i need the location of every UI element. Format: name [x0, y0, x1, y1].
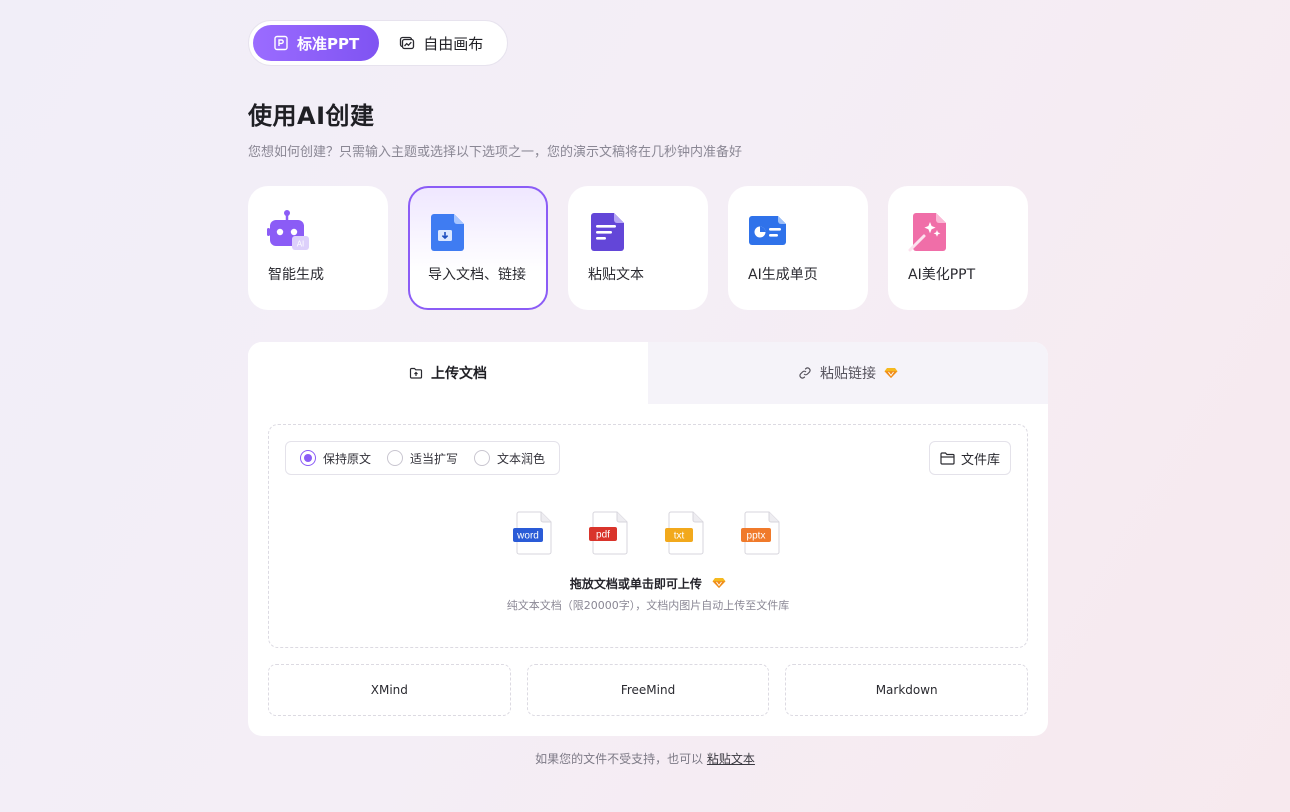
radio-label: 保持原文: [323, 451, 372, 466]
radio-dot: [300, 450, 316, 466]
radio-expand[interactable]: 适当扩写: [387, 450, 458, 467]
folder-icon: [940, 451, 955, 465]
upload-tabs: 上传文档 粘贴链接: [248, 342, 1048, 404]
mode-standard-ppt-button[interactable]: 标准PPT: [253, 25, 380, 61]
upload-title-text: 拖放文档或单击即可上传: [569, 577, 702, 591]
card-label: AI美化PPT: [908, 267, 976, 283]
file-library-button[interactable]: 文件库: [928, 441, 1011, 475]
radio-dot: [387, 450, 404, 466]
ppt-icon: [274, 35, 288, 51]
page-container: 标准PPT 自由画布 使用AI创建 您想如何创建？只需输入主题或选择以下选项之一…: [248, 20, 1048, 736]
freemind-import-button[interactable]: FreeMind: [526, 664, 770, 716]
page-title: 使用AI创建: [248, 102, 375, 130]
beautify-icon: [908, 213, 946, 252]
radio-dot: [474, 450, 491, 466]
radio-label: 文本润色: [497, 451, 546, 466]
word-file-icon: word: [513, 511, 552, 555]
file-library-label: 文件库: [960, 452, 1000, 468]
text-processing-options: 保持原文 适当扩写 文本润色: [285, 441, 561, 475]
mode-freeform-label: 自由画布: [423, 34, 484, 53]
xmind-import-button[interactable]: XMind: [268, 664, 511, 716]
radio-keep-original[interactable]: 保持原文: [300, 450, 371, 467]
paste-text-link[interactable]: 粘贴文本: [707, 752, 755, 766]
canvas-icon: [400, 36, 415, 50]
radio-polish[interactable]: 文本润色: [474, 450, 545, 467]
footer-note: 如果您的文件不受支持，也可以 粘贴文本: [0, 750, 1290, 767]
folder-upload-icon: [409, 367, 423, 379]
txt-file-icon: txt: [665, 511, 704, 555]
card-label: AI生成单页: [748, 267, 818, 283]
upload-instruction: 拖放文档或单击即可上传: [269, 575, 1027, 592]
mindmap-format-buttons: XMind FreeMind Markdown: [268, 664, 1029, 716]
upload-hint: 纯文本文档（限20000字），文档内图片自动上传至文件库: [506, 599, 790, 612]
create-option-cards: AI 智能生成 导入文档、链接 粘贴文本 AI生成单页 AI美化PPT: [248, 186, 1048, 310]
pptx-file-icon: pptx: [741, 511, 780, 555]
mode-freeform-canvas-button[interactable]: 自由画布: [379, 25, 503, 61]
tab-paste-link-label: 粘贴链接: [820, 366, 876, 382]
txt-label: txt: [674, 531, 685, 542]
supported-file-types: word pdf txt pptx: [513, 511, 781, 555]
footer-text: 如果您的文件不受支持，也可以: [535, 752, 704, 766]
mode-switch: 标准PPT 自由画布: [248, 20, 509, 66]
mode-standard-label: 标准PPT: [297, 34, 360, 53]
card-import-document[interactable]: 导入文档、链接: [408, 186, 548, 310]
card-ai-single-page[interactable]: AI生成单页: [728, 186, 868, 310]
svg-text:AI: AI: [297, 240, 305, 249]
pdf-label: pdf: [596, 530, 610, 541]
page-subtitle: 您想如何创建？只需输入主题或选择以下选项之一，您的演示文稿将在几秒钟内准备好: [248, 145, 743, 160]
upload-panel: 上传文档 粘贴链接 保持原文 适当扩写 文本润色 文件库 word pdf tx…: [248, 342, 1048, 736]
card-ai-beautify-ppt[interactable]: AI美化PPT: [888, 186, 1028, 310]
pptx-label: pptx: [747, 531, 766, 542]
card-label: 粘贴文本: [588, 267, 644, 283]
import-document-icon: [431, 214, 464, 251]
word-label: word: [516, 531, 539, 542]
radio-label: 适当扩写: [410, 451, 459, 466]
single-page-icon: [749, 216, 786, 245]
tab-upload-document[interactable]: 上传文档: [248, 342, 648, 404]
card-label: 导入文档、链接: [428, 267, 526, 283]
tab-paste-link[interactable]: 粘贴链接: [648, 342, 1048, 404]
markdown-import-button[interactable]: Markdown: [785, 664, 1029, 716]
file-dropzone[interactable]: 保持原文 适当扩写 文本润色 文件库 word pdf txt pptx 拖放文…: [268, 424, 1028, 648]
premium-diamond-icon: [884, 368, 898, 378]
premium-diamond-icon: [712, 578, 726, 588]
pdf-file-icon: pdf: [589, 511, 628, 555]
tab-upload-label: 上传文档: [431, 366, 487, 382]
paste-text-icon: [591, 213, 624, 251]
card-label: 智能生成: [268, 267, 324, 283]
card-paste-text[interactable]: 粘贴文本: [568, 186, 708, 310]
card-smart-generate[interactable]: AI 智能生成: [248, 186, 388, 310]
link-icon: [799, 367, 811, 379]
ai-robot-icon: AI: [267, 210, 309, 250]
